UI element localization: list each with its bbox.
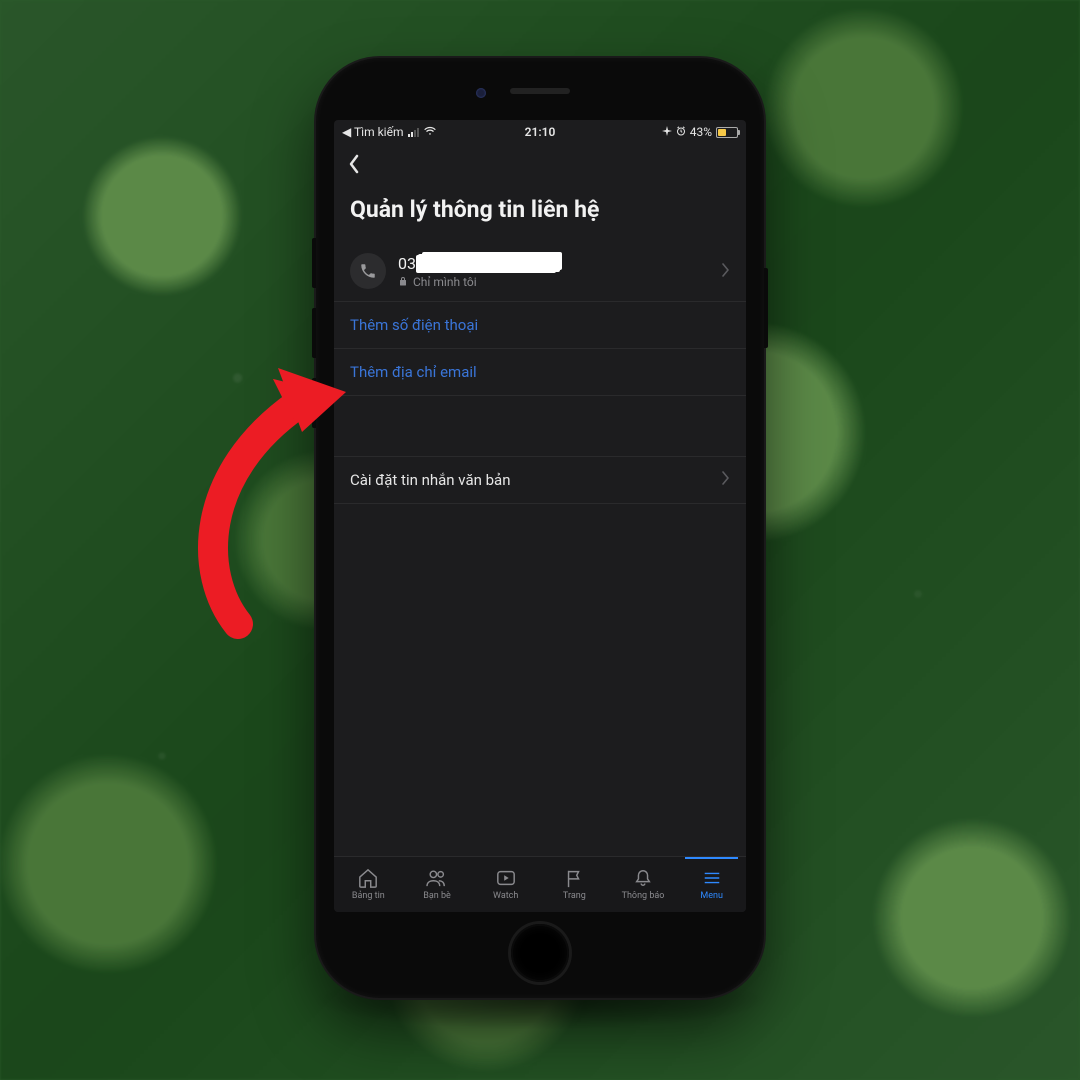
section-gap [334,396,746,456]
wifi-icon [423,125,437,139]
tab-menu[interactable]: Menu [677,857,746,912]
sms-settings-label: Cài đặt tin nhắn văn bản [350,471,511,489]
phone-number-redacted [418,254,558,272]
friends-icon [426,868,448,888]
status-bar: ◀ Tìm kiếm 21:10 43% [334,120,746,144]
phone-speaker [510,88,570,94]
tab-newsfeed[interactable]: Bảng tin [334,857,403,912]
phone-contact-row[interactable]: 03 Chỉ mình tôi [334,241,746,302]
tab-label: Menu [700,891,723,901]
location-icon [662,125,672,139]
home-icon [357,868,379,888]
tab-label: Bảng tin [352,891,385,901]
alarm-icon [676,125,686,139]
menu-icon [701,868,723,888]
chevron-right-icon [722,471,730,489]
content-spacer [334,504,746,856]
watch-icon [495,868,517,888]
tab-label: Trang [563,891,586,901]
phone-device-frame: ◀ Tìm kiếm 21:10 43% [316,58,764,998]
tab-watch[interactable]: Watch [471,857,540,912]
bell-icon [632,868,654,888]
phone-front-camera [476,88,486,98]
screen: ◀ Tìm kiếm 21:10 43% [334,120,746,912]
lock-icon [398,275,408,289]
page-title: Quản lý thông tin liên hệ [334,184,746,241]
signal-icon [408,127,419,137]
privacy-label: Chỉ mình tôi [413,275,477,289]
add-email-link[interactable]: Thêm địa chỉ email [334,349,746,396]
flag-icon [563,868,585,888]
tab-pages[interactable]: Trang [540,857,609,912]
phone-icon [350,253,386,289]
status-back-app[interactable]: ◀ Tìm kiếm [342,125,404,139]
tab-bar: Bảng tin Bạn bè Watch Trang Thông báo Me… [334,856,746,912]
tab-label: Watch [493,891,518,901]
tab-label: Thông báo [622,891,665,901]
tab-friends[interactable]: Bạn bè [403,857,472,912]
nav-back-row [334,144,746,184]
sms-settings-row[interactable]: Cài đặt tin nhắn văn bản [334,456,746,504]
battery-percent: 43% [690,125,712,139]
battery-icon [716,127,738,138]
add-phone-link[interactable]: Thêm số điện thoại [334,302,746,349]
home-button[interactable] [511,924,569,982]
phone-number-prefix: 03 [398,254,416,273]
chevron-right-icon [722,262,730,281]
back-button[interactable] [348,159,360,178]
tab-label: Bạn bè [423,891,451,901]
tab-notifications[interactable]: Thông báo [609,857,678,912]
status-time: 21:10 [525,125,556,139]
